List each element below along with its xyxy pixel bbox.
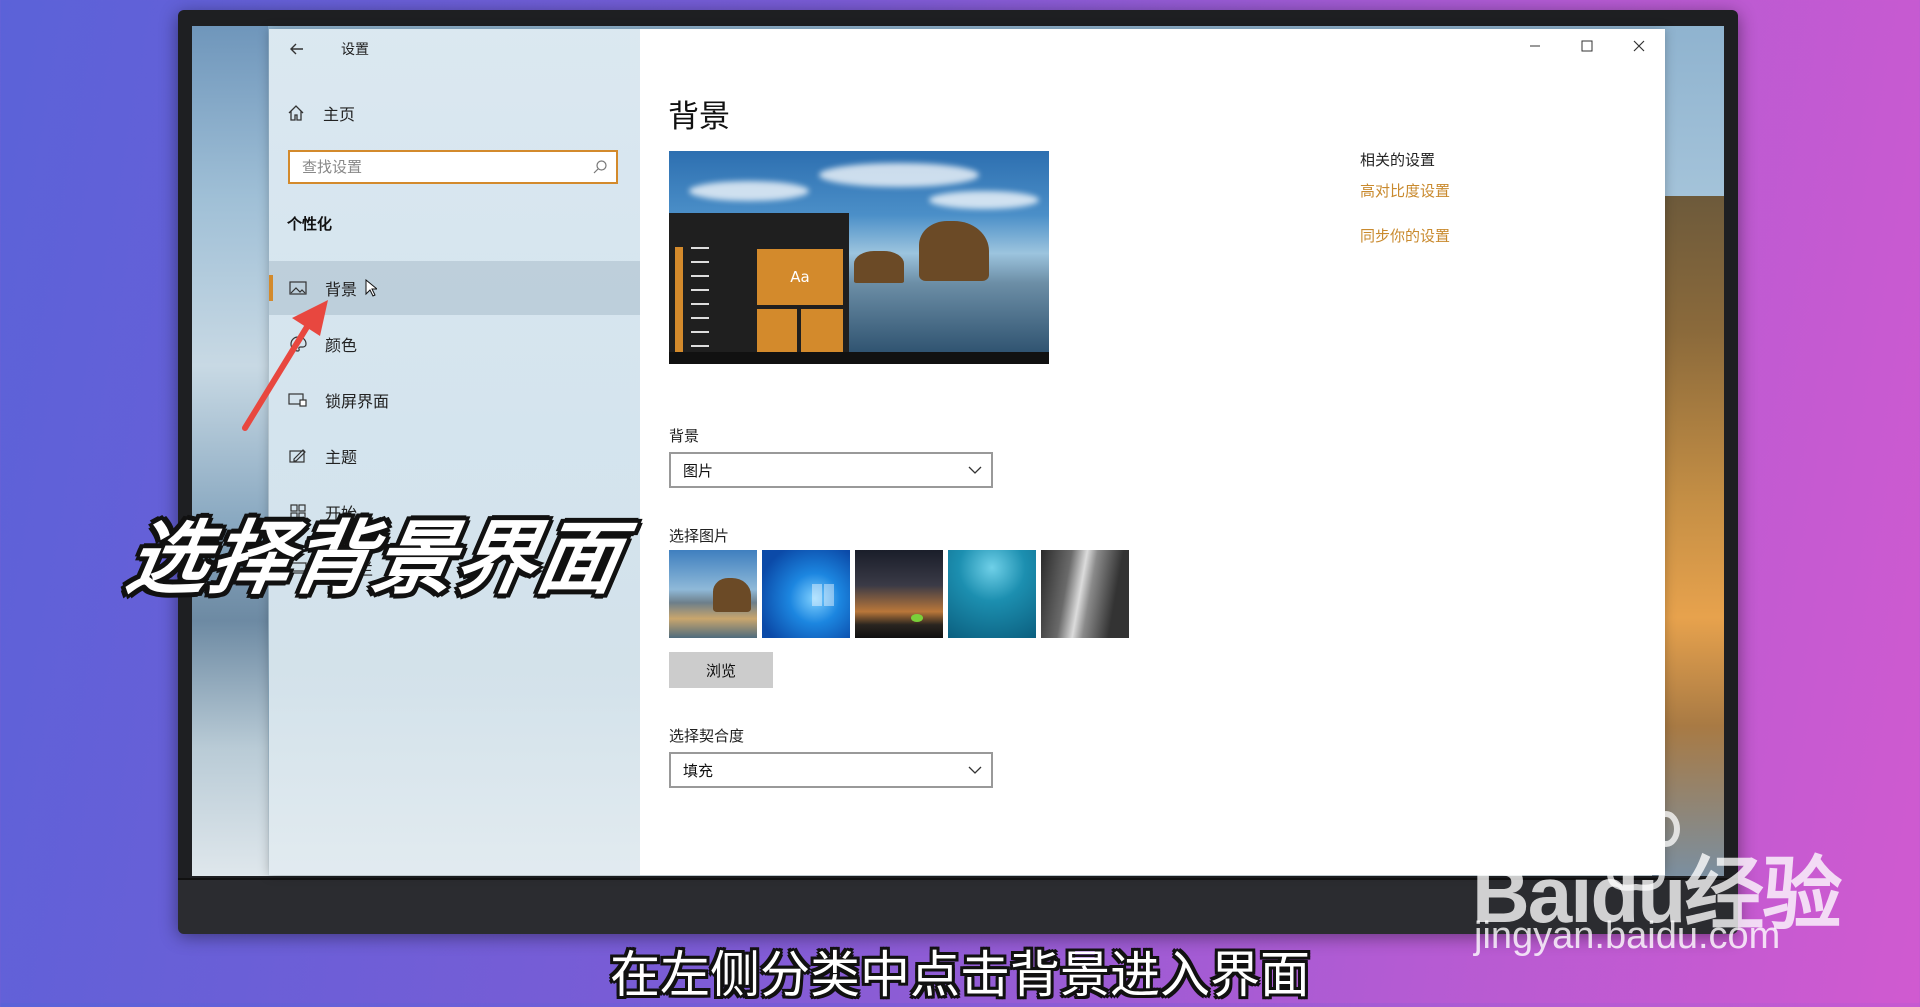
wallpaper-left <box>192 26 268 876</box>
home-label: 主页 <box>323 105 356 124</box>
choose-picture-label: 选择图片 <box>669 527 730 545</box>
background-dropdown[interactable]: 图片 <box>669 452 993 488</box>
taskbar-preview <box>669 352 1049 364</box>
chevron-down-icon <box>968 466 982 474</box>
minimize-button[interactable] <box>1509 29 1561 63</box>
image-icon <box>287 277 309 299</box>
related-settings-title: 相关的设置 <box>1360 151 1436 169</box>
mouse-cursor-icon <box>365 279 378 297</box>
settings-window: 设置 主页 个性化 背景 颜色 锁屏界面 主题 开始 <box>269 29 1665 875</box>
picture-thumbnails <box>669 550 1129 638</box>
search-box[interactable] <box>288 150 618 184</box>
close-button[interactable] <box>1613 29 1665 63</box>
background-label: 背景 <box>669 427 700 445</box>
window-title: 设置 <box>341 42 369 58</box>
sidebar-item-label: 主题 <box>325 448 358 467</box>
maximize-button[interactable] <box>1561 29 1613 63</box>
thumbnail-rock-waterfall[interactable] <box>1041 550 1129 638</box>
background-value: 图片 <box>683 461 714 480</box>
back-button[interactable] <box>285 37 309 61</box>
thumbnail-underwater[interactable] <box>948 550 1036 638</box>
home-icon <box>288 105 304 121</box>
home-link[interactable]: 主页 <box>287 101 355 125</box>
page-title: 背景 <box>668 99 730 135</box>
close-icon <box>1633 40 1645 52</box>
minimize-icon <box>1530 45 1540 47</box>
thumbnail-beach-rocks[interactable] <box>669 550 757 638</box>
browse-button[interactable]: 浏览 <box>669 652 773 688</box>
baidu-watermark-url: jingyan.baidu.com <box>1474 915 1781 957</box>
theme-icon <box>287 445 309 467</box>
thumbnail-windows-blue[interactable] <box>762 550 850 638</box>
sidebar-item-label: 背景 <box>325 280 358 299</box>
preview-tile: Aa <box>757 249 843 305</box>
back-arrow-icon <box>290 43 303 55</box>
chevron-down-icon <box>968 766 982 774</box>
fit-value: 填充 <box>683 761 714 780</box>
search-input[interactable] <box>300 152 584 182</box>
sync-settings-link[interactable]: 同步你的设置 <box>1360 225 1450 246</box>
fit-dropdown[interactable]: 填充 <box>669 752 993 788</box>
maximize-icon <box>1581 40 1593 52</box>
settings-sidebar: 设置 主页 个性化 背景 颜色 锁屏界面 主题 开始 <box>269 29 640 875</box>
fit-label: 选择契合度 <box>669 727 745 745</box>
start-menu-preview: Aa <box>669 213 849 364</box>
background-preview: Aa <box>669 151 1049 364</box>
high-contrast-link[interactable]: 高对比度设置 <box>1360 180 1450 201</box>
thumbnail-night-sky[interactable] <box>855 550 943 638</box>
red-arrow-annotation <box>242 300 328 431</box>
tutorial-caption: 选择背景界面 <box>120 512 630 605</box>
section-title: 个性化 <box>287 215 333 233</box>
settings-content: 背景 Aa 相关的设置 高对比度设置 同步你的设置 背景 图片 选择图片 浏览 … <box>640 29 1665 875</box>
search-icon[interactable] <box>592 159 608 175</box>
